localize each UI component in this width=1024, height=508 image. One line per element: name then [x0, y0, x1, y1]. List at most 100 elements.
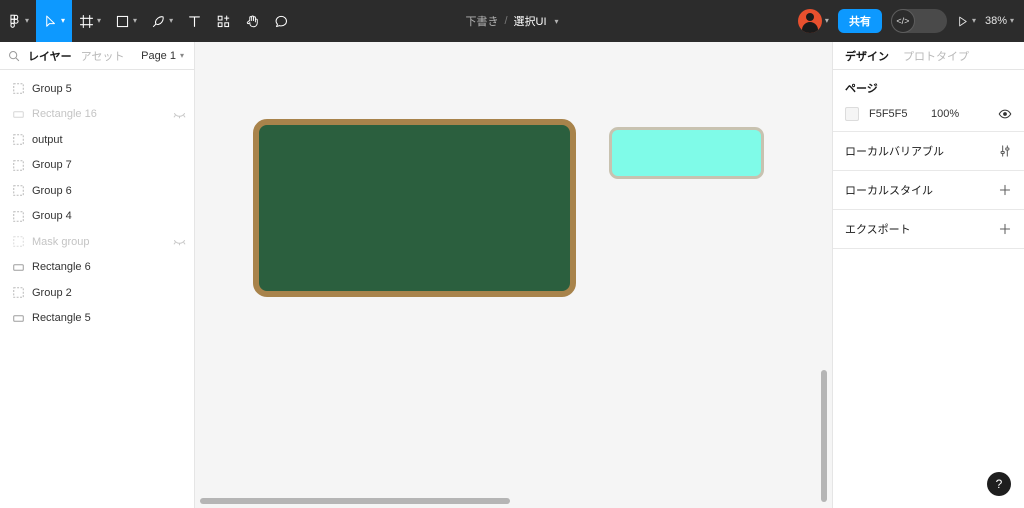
zoom-level-menu[interactable]: 38% ▾ — [985, 15, 1014, 27]
group-icon — [10, 236, 26, 248]
export-section[interactable]: エクスポート — [833, 210, 1024, 249]
chevron-down-icon: ▾ — [97, 16, 102, 25]
canvas-horizontal-scrollbar[interactable] — [200, 498, 510, 504]
layer-row-rectangle-6[interactable]: Rectangle 6 — [0, 255, 194, 281]
figma-menu-icon-button[interactable]: ▾ — [0, 0, 36, 42]
group-icon — [10, 134, 26, 146]
breadcrumb-parent[interactable]: 下書き — [465, 13, 498, 29]
page-color-swatch[interactable] — [845, 107, 859, 121]
rectangle-icon — [10, 109, 26, 120]
layer-list: Group 5 Rectangle 16 output Group 7 Grou… — [0, 70, 194, 331]
comment-tool-button[interactable] — [267, 0, 296, 42]
tab-prototype[interactable]: プロトタイプ — [903, 48, 969, 64]
left-panel-tabs: レイヤー アセット Page 1 ▾ — [0, 42, 194, 70]
eye-closed-icon[interactable] — [173, 108, 186, 121]
rectangle-icon — [10, 313, 26, 324]
components-plus-icon — [216, 14, 231, 29]
group-icon — [10, 159, 26, 171]
local-styles-label: ローカルスタイル — [845, 185, 933, 197]
eye-open-icon[interactable] — [998, 107, 1012, 121]
layer-row-group-5[interactable]: Group 5 — [0, 76, 194, 102]
local-variables-label: ローカルバリアブル — [845, 146, 944, 158]
rectangle-icon — [10, 262, 26, 273]
layer-name: Group 5 — [32, 82, 72, 95]
breadcrumb: 下書き / 選択UI ▾ — [465, 13, 558, 29]
group-icon — [10, 287, 26, 299]
group-icon — [10, 185, 26, 197]
chevron-down-icon: ▾ — [169, 16, 174, 25]
layer-row-group-7[interactable]: Group 7 — [0, 153, 194, 179]
layer-row-group-4[interactable]: Group 4 — [0, 204, 194, 230]
layer-row-rectangle-16[interactable]: Rectangle 16 — [0, 102, 194, 128]
chevron-down-icon: ▾ — [824, 16, 829, 25]
tab-design[interactable]: デザイン — [845, 48, 889, 64]
avatar — [797, 9, 822, 33]
local-styles-section[interactable]: ローカルスタイル — [833, 171, 1024, 210]
share-button[interactable]: 共有 — [837, 9, 882, 33]
top-toolbar: ▾ ▾ ▾ ▾ ▾ 下書き / 選択UI ▾ ▾ 共有 </> ▾ 38% ▾ — [0, 0, 1024, 42]
layer-row-output[interactable]: output — [0, 127, 194, 153]
shape-tool-button[interactable]: ▾ — [108, 0, 144, 42]
chevron-down-icon: ▾ — [61, 16, 66, 25]
chevron-down-icon[interactable]: ▾ — [555, 17, 559, 26]
layer-name: Group 7 — [32, 159, 72, 172]
tab-assets[interactable]: アセット — [81, 48, 134, 64]
hand-icon — [245, 14, 260, 29]
layer-row-mask-group[interactable]: Mask group — [0, 229, 194, 255]
group-icon — [10, 210, 26, 222]
local-variables-section[interactable]: ローカルバリアブル — [833, 132, 1024, 171]
canvas-vertical-scrollbar[interactable] — [821, 370, 827, 502]
page-color-hex[interactable]: F5F5F5 — [869, 108, 931, 120]
canvas-node-cyan-rectangle[interactable] — [609, 127, 764, 179]
toolbar-right: ▾ 共有 </> ▾ 38% ▾ — [797, 0, 1014, 42]
app-body: レイヤー アセット Page 1 ▾ Group 5 Rectangle 16 … — [0, 42, 1024, 508]
design-canvas[interactable] — [195, 42, 832, 508]
dev-mode-glyph: </> — [890, 9, 915, 33]
plus-icon[interactable] — [998, 183, 1012, 197]
rectangle-icon — [115, 14, 130, 29]
right-panel-tabs: デザイン プロトタイプ — [833, 42, 1024, 70]
layer-row-group-6[interactable]: Group 6 — [0, 178, 194, 204]
text-tool-button[interactable] — [180, 0, 209, 42]
present-button[interactable]: ▾ — [956, 15, 976, 28]
pen-tool-button[interactable]: ▾ — [144, 0, 180, 42]
frame-tool-button[interactable]: ▾ — [72, 0, 108, 42]
canvas-node-chalkboard-rectangle[interactable] — [253, 119, 576, 297]
breadcrumb-current[interactable]: 選択UI — [514, 13, 547, 29]
zoom-level-value: 38% — [984, 15, 1007, 27]
layer-row-rectangle-5[interactable]: Rectangle 5 — [0, 306, 194, 332]
chevron-down-icon: ▾ — [179, 51, 184, 60]
eye-closed-icon[interactable] — [173, 235, 186, 248]
toolbar-tools: ▾ ▾ ▾ ▾ ▾ — [0, 0, 296, 42]
tab-layers[interactable]: レイヤー — [28, 48, 81, 64]
move-tool-button[interactable]: ▾ — [36, 0, 73, 42]
search-icon[interactable] — [8, 50, 20, 62]
page-opacity-value[interactable]: 100% — [931, 108, 998, 120]
frame-icon — [79, 14, 94, 29]
play-icon — [956, 15, 969, 28]
pen-icon — [151, 14, 166, 29]
layer-name: output — [32, 133, 63, 146]
layer-name: Rectangle 6 — [32, 261, 91, 274]
sliders-icon[interactable] — [998, 144, 1012, 158]
dev-mode-toggle[interactable]: </> — [890, 9, 947, 33]
help-button[interactable]: ? — [987, 472, 1011, 496]
layer-name: Group 4 — [32, 210, 72, 223]
figma-logo-icon — [7, 14, 22, 29]
layer-name: Rectangle 16 — [32, 108, 97, 121]
page-fill-row: F5F5F5 100% — [845, 107, 1012, 121]
layer-row-group-2[interactable]: Group 2 — [0, 280, 194, 306]
layer-name: Rectangle 5 — [32, 312, 91, 325]
page-selector[interactable]: Page 1 ▾ — [141, 50, 186, 62]
layer-name: Group 2 — [32, 286, 72, 299]
resources-tool-button[interactable] — [209, 0, 238, 42]
text-icon — [187, 14, 202, 29]
breadcrumb-separator: / — [504, 15, 508, 27]
user-avatar-menu[interactable]: ▾ — [797, 9, 829, 33]
chevron-down-icon: ▾ — [971, 16, 976, 25]
chevron-down-icon: ▾ — [25, 16, 30, 25]
figma-app-window: ▾ ▾ ▾ ▾ ▾ 下書き / 選択UI ▾ ▾ 共有 </> ▾ 38% ▾ … — [0, 0, 1024, 508]
hand-tool-button[interactable] — [238, 0, 267, 42]
plus-icon[interactable] — [998, 222, 1012, 236]
page-section: ページ F5F5F5 100% — [833, 70, 1024, 132]
